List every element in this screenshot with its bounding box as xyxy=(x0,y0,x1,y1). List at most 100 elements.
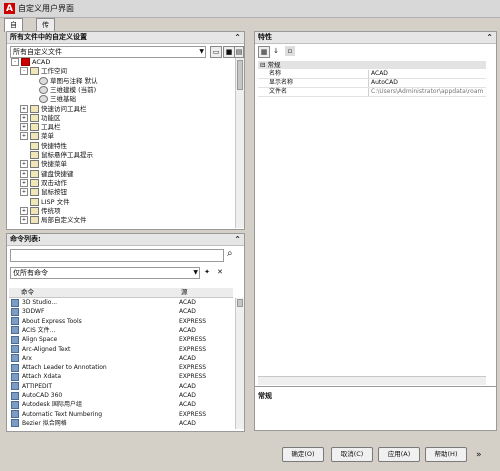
new-command-icon[interactable]: ✦ xyxy=(202,267,212,277)
expand-node-icon[interactable]: + xyxy=(20,104,28,113)
customizations-panel-header: 所有文件中的自定义设置 ⌃ xyxy=(7,32,244,44)
property-hscrollbar[interactable] xyxy=(258,376,486,385)
command-row[interactable]: Bezier 拟合网格 ACAD xyxy=(9,419,233,428)
expand-node-icon[interactable]: + xyxy=(20,188,28,197)
tree-item-label: 三维建模 (当前) xyxy=(50,85,97,94)
expand-dialog-icon[interactable]: » xyxy=(476,450,482,460)
command-row[interactable]: Arc-Aligned Text EXPRESS xyxy=(9,345,233,354)
command-source: ACAD xyxy=(179,419,196,427)
command-row[interactable]: Arx ACAD xyxy=(9,354,233,363)
tree-item-label: 功能区 xyxy=(41,113,61,122)
tab-transfer[interactable]: 传输 xyxy=(36,18,55,41)
tree-scrollbar[interactable] xyxy=(235,58,244,228)
tree-item[interactable]: + 传统项 xyxy=(20,206,61,216)
collapse-up-icon[interactable]: ⌃ xyxy=(234,32,241,43)
command-row[interactable]: Align Space EXPRESS xyxy=(9,335,233,344)
chevron-down-icon: ▼ xyxy=(193,269,198,276)
command-row[interactable]: 3DDWF ACAD xyxy=(9,307,233,316)
command-scroll-thumb[interactable] xyxy=(237,299,243,307)
folder-icon xyxy=(30,123,39,132)
property-row[interactable]: 名称 ACAD xyxy=(258,70,486,79)
tree-item-label: 三维基础 xyxy=(50,95,76,104)
tree-item[interactable]: + 快捷菜单 xyxy=(20,160,67,169)
property-value: C:\Users\Administrator\appdata\roam xyxy=(368,88,483,96)
ok-button[interactable]: 确定(O) xyxy=(282,447,324,462)
alphabetical-sort-icon[interactable]: ↓ xyxy=(271,46,281,56)
command-row[interactable]: Automatic Text Numbering EXPRESS xyxy=(9,410,233,419)
tree-item[interactable]: LISP 文件 xyxy=(20,197,70,207)
tree-item[interactable]: + 鼠标按钮 xyxy=(20,188,67,197)
delete-command-icon[interactable]: ✕ xyxy=(215,267,225,277)
customization-file-dropdown[interactable]: 所有自定义文件 ▼ xyxy=(10,46,206,58)
expand-node-icon[interactable]: + xyxy=(20,113,28,122)
gear-icon xyxy=(39,95,48,104)
source-column-header[interactable]: 源 xyxy=(181,288,188,297)
tree-item[interactable]: + 双击动作 xyxy=(20,178,67,188)
command-filter-dropdown[interactable]: 仅所有命令 ▼ xyxy=(10,267,200,279)
tree-item[interactable]: 三维基础 xyxy=(29,95,76,104)
search-icon[interactable]: ⌕ xyxy=(227,248,233,259)
tree-item-label: 工作空间 xyxy=(41,67,67,76)
command-source: EXPRESS xyxy=(179,373,207,381)
section-collapse-icon[interactable]: ⊟ xyxy=(260,61,265,69)
folder-icon xyxy=(30,151,39,159)
command-row[interactable]: ACIS 文件... ACAD xyxy=(9,326,233,335)
property-section-label: 常规 xyxy=(267,61,281,69)
command-icon xyxy=(11,410,19,419)
categorized-view-icon[interactable]: ▦ xyxy=(258,46,270,58)
command-row[interactable]: AutoCAD 360 ACAD xyxy=(9,391,233,400)
command-column-header[interactable]: 命令 xyxy=(21,288,34,297)
property-pages-icon[interactable]: ▫ xyxy=(285,46,295,56)
expand-node-icon[interactable]: + xyxy=(20,206,28,215)
command-icon xyxy=(11,307,19,316)
expand-node-icon[interactable]: + xyxy=(20,132,28,141)
property-key: 显示名称 xyxy=(269,79,294,86)
tree-item[interactable]: + 快速访问工具栏 xyxy=(20,104,87,114)
tree-item[interactable]: + 键盘快捷键 xyxy=(20,169,74,179)
tree-item-label: ACAD xyxy=(32,58,51,66)
tree-item[interactable]: 鼠标悬停工具提示 xyxy=(20,151,93,160)
collapse-node-icon[interactable]: - xyxy=(11,58,19,66)
expand-node-icon[interactable]: + xyxy=(20,216,28,225)
collapse-up-icon[interactable]: ⌃ xyxy=(234,234,241,245)
command-row[interactable]: Attach Leader to Annotation EXPRESS xyxy=(9,363,233,372)
tree-item[interactable]: - ACAD xyxy=(11,58,50,67)
tree-item[interactable]: + 功能区 xyxy=(20,113,61,123)
command-list-scrollbar[interactable] xyxy=(235,298,244,429)
collapse-up-icon[interactable]: ⌃ xyxy=(486,32,493,43)
command-row[interactable]: About Express Tools EXPRESS xyxy=(9,317,233,326)
command-search-input[interactable] xyxy=(10,249,224,262)
cancel-button[interactable]: 取消(C) xyxy=(331,447,373,462)
help-button[interactable]: 帮助(H) xyxy=(425,447,467,462)
tree-item[interactable]: 草图与注释 默认 xyxy=(29,76,98,86)
command-row[interactable]: Attach Xdata EXPRESS xyxy=(9,372,233,381)
tree-item[interactable]: 三维建模 (当前) xyxy=(29,85,97,95)
tree-item-label: 快速访问工具栏 xyxy=(41,104,87,113)
command-row[interactable]: Autodesk 国际用户组 ACAD xyxy=(9,400,233,409)
command-row[interactable]: 3D Studio... ACAD xyxy=(9,298,233,307)
tree-item[interactable]: + 菜单 xyxy=(20,132,54,141)
tab-customize[interactable]: 自定义 xyxy=(4,18,23,53)
open-file-icon[interactable]: ▭ xyxy=(210,46,222,58)
property-row[interactable]: 显示名称 AutoCAD xyxy=(258,79,486,88)
collapse-node-icon[interactable]: - xyxy=(20,67,28,76)
property-value: AutoCAD xyxy=(368,79,398,87)
tree-item-label: LISP 文件 xyxy=(41,197,70,206)
chevron-down-icon: ▼ xyxy=(199,48,204,55)
expand-node-icon[interactable]: + xyxy=(20,123,28,132)
tree-scroll-thumb[interactable] xyxy=(237,60,243,90)
tree-item[interactable]: + 局部自定义文件 xyxy=(20,216,87,225)
property-key: 名称 xyxy=(269,70,282,77)
load-partial-icon[interactable]: ▤ xyxy=(234,46,244,58)
expand-node-icon[interactable]: + xyxy=(20,178,28,187)
expand-node-icon[interactable]: + xyxy=(20,160,28,169)
command-row[interactable]: ATTIPEDIT ACAD xyxy=(9,382,233,391)
expand-node-icon[interactable]: + xyxy=(20,169,28,178)
tree-item[interactable]: - 工作空间 xyxy=(20,67,67,76)
tree-item[interactable]: 快捷特性 xyxy=(20,141,67,151)
command-list-header: 命令列表: ⌃ xyxy=(7,234,244,246)
tree-item[interactable]: + 工具栏 xyxy=(20,123,61,132)
property-row[interactable]: 文件名 C:\Users\Administrator\appdata\roam xyxy=(258,88,486,97)
apply-button[interactable]: 应用(A) xyxy=(378,447,420,462)
command-source: ACAD xyxy=(179,308,196,316)
